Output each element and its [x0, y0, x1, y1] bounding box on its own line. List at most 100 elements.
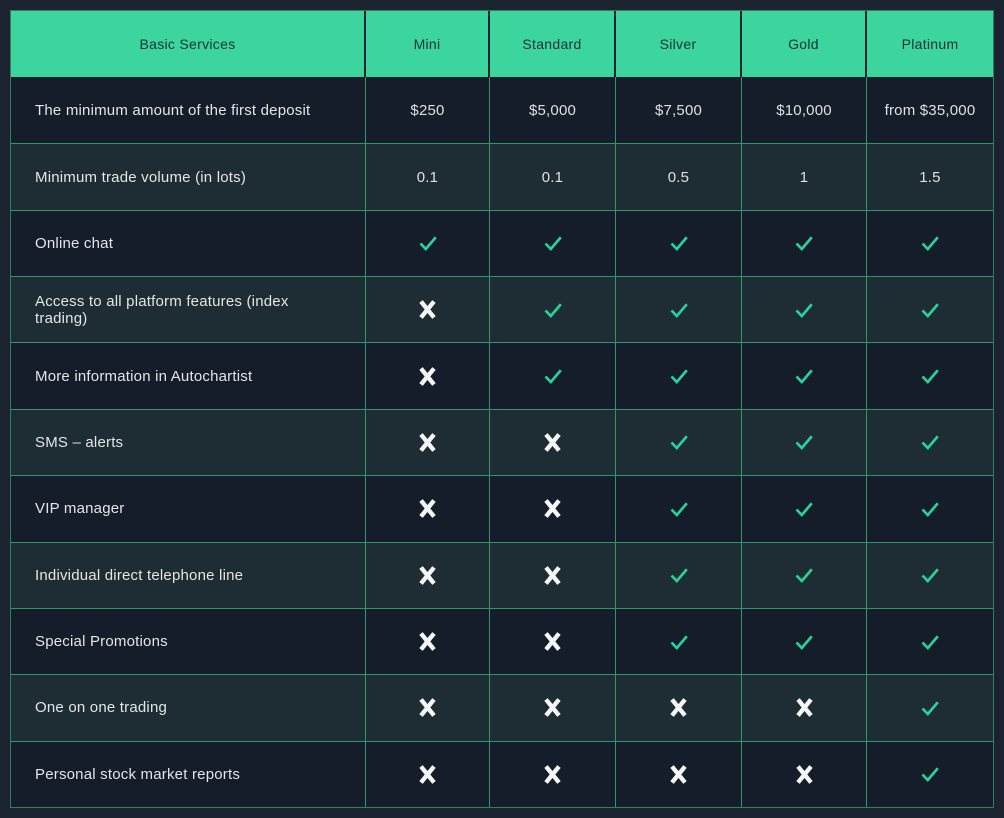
feature-value [366, 542, 490, 608]
check-icon [918, 299, 942, 321]
check-icon [918, 431, 942, 453]
feature-value [616, 741, 742, 807]
check-icon [667, 631, 691, 653]
feature-label: Special Promotions [11, 608, 366, 674]
feature-value: 0.1 [366, 143, 490, 209]
check-icon [918, 564, 942, 586]
feature-value [742, 741, 867, 807]
check-icon [918, 763, 942, 785]
feature-value [616, 276, 742, 342]
feature-value [742, 475, 867, 541]
check-icon [541, 299, 565, 321]
feature-value [490, 741, 616, 807]
cross-icon [543, 631, 562, 652]
feature-value [490, 608, 616, 674]
feature-value [616, 608, 742, 674]
feature-value [366, 210, 490, 276]
feature-value: 0.5 [616, 143, 742, 209]
feature-label: More information in Autochartist [11, 342, 366, 408]
check-icon [918, 631, 942, 653]
check-icon [667, 431, 691, 453]
feature-value [616, 542, 742, 608]
feature-value [366, 475, 490, 541]
check-icon [667, 498, 691, 520]
feature-value [742, 342, 867, 408]
check-icon [792, 365, 816, 387]
check-icon [667, 365, 691, 387]
feature-value [490, 409, 616, 475]
feature-row: Access to all platform features (index t… [11, 276, 993, 342]
feature-value [366, 741, 490, 807]
check-icon [792, 498, 816, 520]
header-cell-basic-services: Basic Services [11, 11, 366, 77]
header-cell-platinum: Platinum [867, 11, 993, 77]
feature-value [867, 210, 993, 276]
page: Basic Services Mini Standard Silver Gold… [0, 0, 1004, 818]
cross-icon [418, 498, 437, 519]
feature-value [867, 674, 993, 740]
feature-row: Personal stock market reports [11, 741, 993, 807]
check-icon [792, 631, 816, 653]
feature-value [742, 210, 867, 276]
feature-value [366, 674, 490, 740]
feature-value [490, 542, 616, 608]
feature-label: SMS – alerts [11, 409, 366, 475]
feature-value [366, 409, 490, 475]
check-icon [918, 365, 942, 387]
cross-icon [418, 432, 437, 453]
feature-value [616, 409, 742, 475]
feature-row: One on one trading [11, 674, 993, 740]
feature-row: More information in Autochartist [11, 342, 993, 408]
feature-value [742, 674, 867, 740]
header-cell-silver: Silver [616, 11, 742, 77]
feature-value [867, 542, 993, 608]
feature-label: Access to all platform features (index t… [11, 276, 366, 342]
cross-icon [543, 565, 562, 586]
feature-value [616, 674, 742, 740]
feature-value [616, 210, 742, 276]
check-icon [792, 564, 816, 586]
feature-label: The minimum amount of the first deposit [11, 77, 366, 143]
check-icon [792, 232, 816, 254]
cross-icon [543, 498, 562, 519]
check-icon [541, 365, 565, 387]
feature-value [616, 342, 742, 408]
cross-icon [418, 366, 437, 387]
header-cell-mini: Mini [366, 11, 490, 77]
cross-icon [543, 697, 562, 718]
feature-label: Minimum trade volume (in lots) [11, 143, 366, 209]
feature-value: $250 [366, 77, 490, 143]
feature-row: Online chat [11, 210, 993, 276]
check-icon [918, 232, 942, 254]
feature-value [366, 608, 490, 674]
feature-row: VIP manager [11, 475, 993, 541]
check-icon [667, 564, 691, 586]
feature-value [366, 276, 490, 342]
check-icon [918, 697, 942, 719]
cross-icon [669, 764, 688, 785]
check-icon [416, 232, 440, 254]
feature-value: $7,500 [616, 77, 742, 143]
cross-icon [418, 565, 437, 586]
feature-value [867, 475, 993, 541]
table-header-row: Basic Services Mini Standard Silver Gold… [11, 11, 993, 77]
cross-icon [543, 432, 562, 453]
feature-row: The minimum amount of the first deposit$… [11, 77, 993, 143]
feature-row: Special Promotions [11, 608, 993, 674]
feature-label: Online chat [11, 210, 366, 276]
check-icon [918, 498, 942, 520]
feature-label: VIP manager [11, 475, 366, 541]
feature-value: from $35,000 [867, 77, 993, 143]
feature-value [867, 342, 993, 408]
feature-row: Individual direct telephone line [11, 542, 993, 608]
cross-icon [543, 764, 562, 785]
cross-icon [418, 299, 437, 320]
feature-value [490, 210, 616, 276]
feature-value [867, 409, 993, 475]
cross-icon [418, 631, 437, 652]
feature-value [867, 741, 993, 807]
feature-row: SMS – alerts [11, 409, 993, 475]
feature-value [867, 608, 993, 674]
cross-icon [795, 697, 814, 718]
check-icon [541, 232, 565, 254]
